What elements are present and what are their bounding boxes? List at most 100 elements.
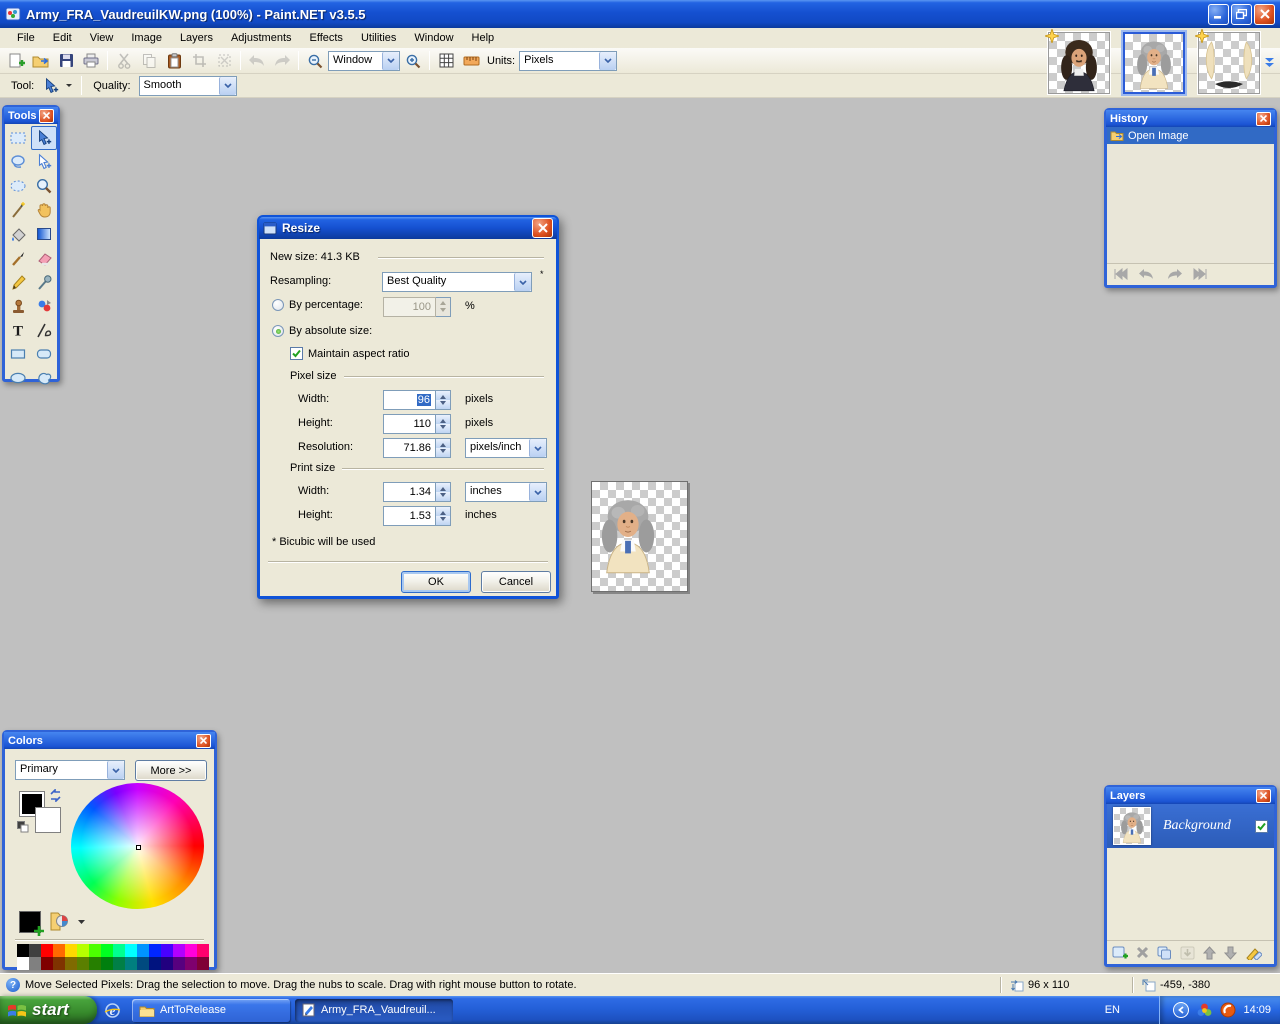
- fast-forward-icon[interactable]: [1192, 268, 1208, 280]
- tool-paint-bucket-icon[interactable]: [5, 222, 31, 246]
- start-button[interactable]: start: [0, 996, 97, 1024]
- quality-select[interactable]: Smooth: [139, 76, 237, 96]
- tools-palette-close-icon[interactable]: [39, 109, 54, 123]
- history-palette-titlebar[interactable]: History: [1106, 110, 1275, 127]
- menu-image[interactable]: Image: [122, 29, 171, 47]
- zoom-mode-select[interactable]: Window: [328, 51, 400, 71]
- more-button[interactable]: More >>: [135, 760, 207, 781]
- image-tab-3[interactable]: [1198, 32, 1260, 94]
- redo-icon[interactable]: [1165, 268, 1183, 280]
- history-palette-close-icon[interactable]: [1256, 112, 1271, 126]
- tool-gradient-icon[interactable]: [31, 222, 57, 246]
- palette-swatch[interactable]: [197, 944, 209, 957]
- tool-rectangle-select-icon[interactable]: [5, 126, 31, 150]
- palette-swatch[interactable]: [197, 957, 209, 970]
- palette-menu-icon[interactable]: [49, 910, 69, 932]
- language-indicator[interactable]: EN: [1105, 1004, 1120, 1016]
- save-icon[interactable]: [54, 50, 78, 72]
- ok-button[interactable]: OK: [401, 571, 471, 593]
- palette-swatch[interactable]: [173, 957, 185, 970]
- open-icon[interactable]: [29, 50, 53, 72]
- secondary-color-swatch[interactable]: [35, 807, 61, 833]
- tool-ellipse-icon[interactable]: [5, 366, 31, 390]
- palette-swatch[interactable]: [29, 957, 41, 970]
- tool-text-icon[interactable]: T: [5, 318, 31, 342]
- tool-rectangle-icon[interactable]: [5, 342, 31, 366]
- tool-line-curve-icon[interactable]: [31, 318, 57, 342]
- print-width-spinner[interactable]: 1.34: [383, 482, 451, 502]
- palette-swatch[interactable]: [77, 957, 89, 970]
- menu-effects[interactable]: Effects: [301, 29, 352, 47]
- palette-swatch[interactable]: [125, 957, 137, 970]
- image-tab-1[interactable]: [1048, 32, 1110, 94]
- palette-swatch[interactable]: [89, 957, 101, 970]
- merge-down-icon[interactable]: [1180, 946, 1195, 960]
- menu-layers[interactable]: Layers: [171, 29, 222, 47]
- layer-row-background[interactable]: Background: [1107, 804, 1274, 848]
- redo-icon[interactable]: [270, 50, 294, 72]
- colors-palette-titlebar[interactable]: Colors: [4, 732, 215, 749]
- palette-swatch[interactable]: [149, 957, 161, 970]
- layer-properties-icon[interactable]: [1245, 946, 1262, 960]
- rewind-icon[interactable]: [1113, 268, 1129, 280]
- image-list-chevron-icon[interactable]: [1263, 56, 1276, 69]
- color-wheel-marker[interactable]: [136, 845, 141, 850]
- palette-swatch[interactable]: [113, 944, 125, 957]
- history-item-open-image[interactable]: Open Image: [1107, 127, 1274, 144]
- spinner-buttons[interactable]: [436, 438, 451, 458]
- tool-clone-stamp-icon[interactable]: [5, 294, 31, 318]
- paste-icon[interactable]: [162, 50, 186, 72]
- tools-palette-titlebar[interactable]: Tools: [4, 107, 58, 124]
- tool-pan-icon[interactable]: [31, 198, 57, 222]
- palette-swatch[interactable]: [53, 957, 65, 970]
- zoom-in-icon[interactable]: [401, 50, 425, 72]
- deselect-icon[interactable]: [212, 50, 236, 72]
- crop-icon[interactable]: [187, 50, 211, 72]
- undo-icon[interactable]: [245, 50, 269, 72]
- add-color-swatch[interactable]: [19, 911, 41, 933]
- restore-button[interactable]: [1231, 4, 1252, 25]
- spinner-buttons[interactable]: [436, 506, 451, 526]
- palette-swatch[interactable]: [101, 957, 113, 970]
- pixel-height-value[interactable]: 110: [383, 414, 436, 434]
- taskbar-button-army-fra-vaudreuil[interactable]: Army_FRA_Vaudreuil...: [295, 999, 453, 1022]
- palette-swatch[interactable]: [29, 944, 41, 957]
- print-icon[interactable]: [79, 50, 103, 72]
- cut-icon[interactable]: [112, 50, 136, 72]
- tool-move-selection-icon[interactable]: [31, 150, 57, 174]
- tool-pencil-icon[interactable]: [5, 270, 31, 294]
- move-down-icon[interactable]: [1224, 946, 1237, 960]
- palette-swatch[interactable]: [113, 957, 125, 970]
- color-mode-select[interactable]: Primary: [15, 760, 125, 780]
- tool-dropdown-chevron-icon[interactable]: [65, 83, 73, 88]
- spinner-buttons[interactable]: [436, 297, 451, 317]
- menu-file[interactable]: File: [8, 29, 44, 47]
- palette-swatch[interactable]: [17, 957, 29, 970]
- resize-dialog-titlebar[interactable]: Resize: [259, 217, 557, 239]
- minimize-button[interactable]: [1208, 4, 1229, 25]
- palette-swatch[interactable]: [89, 944, 101, 957]
- tool-eraser-icon[interactable]: [31, 246, 57, 270]
- menu-adjustments[interactable]: Adjustments: [222, 29, 301, 47]
- layers-palette-close-icon[interactable]: [1256, 789, 1271, 803]
- by-percentage-radio[interactable]: [272, 299, 284, 311]
- taskbar-button-arttorelease[interactable]: ArtToRelease: [132, 999, 290, 1022]
- pixel-height-spinner[interactable]: 110: [383, 414, 451, 434]
- internet-explorer-icon[interactable]: e: [104, 1002, 121, 1019]
- add-layer-icon[interactable]: [1112, 945, 1128, 960]
- tool-ellipse-select-icon[interactable]: [5, 174, 31, 198]
- palette-swatch[interactable]: [161, 944, 173, 957]
- units-select[interactable]: Pixels: [519, 51, 617, 71]
- palette-swatch[interactable]: [65, 944, 77, 957]
- tool-color-picker-icon[interactable]: [31, 270, 57, 294]
- cancel-button[interactable]: Cancel: [481, 571, 551, 593]
- grid-icon[interactable]: [434, 50, 458, 72]
- maintain-aspect-ratio-checkbox[interactable]: [290, 347, 303, 360]
- paintdotnet-tray-icon[interactable]: [1196, 1002, 1213, 1019]
- palette-swatch[interactable]: [137, 957, 149, 970]
- pixel-width-spinner[interactable]: 96: [383, 390, 451, 410]
- menu-view[interactable]: View: [81, 29, 123, 47]
- reset-colors-icon[interactable]: [17, 821, 29, 833]
- move-up-icon[interactable]: [1203, 946, 1216, 960]
- palette-swatch[interactable]: [101, 944, 113, 957]
